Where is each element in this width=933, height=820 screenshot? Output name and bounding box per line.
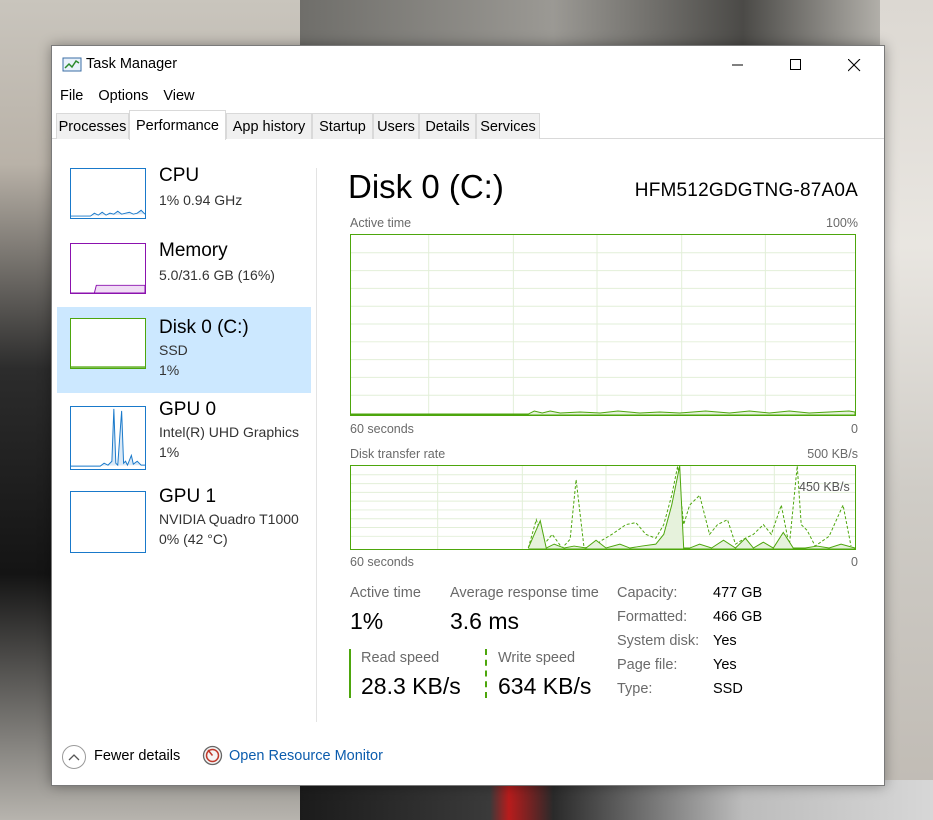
memory-thumbnail <box>70 243 146 294</box>
tab-processes[interactable]: Processes <box>56 113 129 139</box>
sidebar-item-detail: 1% 0.94 GHz <box>159 192 243 208</box>
sidebar-item-title: Memory <box>159 240 228 261</box>
sidebar-item-usage: 1% <box>159 444 180 460</box>
stat-write-speed-value: 634 KB/s <box>498 673 592 699</box>
sidebar-item-detail: SSD <box>159 342 188 358</box>
sidebar-item-disk-0[interactable]: Disk 0 (C:) SSD 1% <box>57 307 311 393</box>
stat-write-speed-label: Write speed <box>498 650 576 666</box>
disk-detail-panel: Disk 0 (C:) HFM512GDGTNG-87A0A Active ti… <box>348 140 858 740</box>
write-speed-indicator <box>485 649 487 698</box>
prop-formatted-value: 466 GB <box>713 609 763 625</box>
menu-bar: File Options View <box>52 84 884 108</box>
sidebar-divider[interactable] <box>316 168 317 722</box>
stat-active-time-value: 1% <box>350 608 384 634</box>
sidebar-item-usage: 1% <box>159 362 180 378</box>
active-time-graph <box>350 234 856 416</box>
transfer-rate-max: 500 KB/s <box>807 447 858 461</box>
transfer-rate-x-right: 0 <box>851 555 858 569</box>
prop-page-file-value: Yes <box>713 657 737 673</box>
prop-capacity-label: Capacity: <box>617 585 678 601</box>
menu-options[interactable]: Options <box>98 88 148 104</box>
sidebar-item-title: GPU 1 <box>159 486 217 507</box>
menu-file[interactable]: File <box>60 88 83 104</box>
prop-page-file-label: Page file: <box>617 657 678 673</box>
resource-monitor-icon <box>202 745 223 766</box>
chevron-up-icon <box>68 754 80 761</box>
active-time-x-left: 60 seconds <box>350 422 414 436</box>
footer: Fewer details Open Resource Monitor <box>52 740 884 786</box>
prop-formatted-label: Formatted: <box>617 609 688 625</box>
stat-avg-response-value: 3.6 ms <box>450 608 520 634</box>
gpu1-thumbnail <box>70 491 146 553</box>
tab-users[interactable]: Users <box>373 113 419 139</box>
sidebar-item-cpu[interactable]: CPU 1% 0.94 GHz <box>57 162 311 248</box>
tab-strip: Processes Performance App history Startu… <box>52 110 884 140</box>
maximize-button[interactable] <box>767 46 825 84</box>
prop-system-disk-value: Yes <box>713 633 737 649</box>
sidebar-item-detail: NVIDIA Quadro T1000 <box>159 511 299 527</box>
window-title: Task Manager <box>86 56 178 72</box>
transfer-rate-x-left: 60 seconds <box>350 555 414 569</box>
tab-details[interactable]: Details <box>419 113 476 139</box>
transfer-rate-label: Disk transfer rate <box>350 447 446 461</box>
disk-model: HFM512GDGTNG-87A0A <box>634 180 858 201</box>
sidebar-item-title: Disk 0 (C:) <box>159 317 249 338</box>
gpu0-thumbnail <box>70 406 146 470</box>
sidebar-item-gpu-1[interactable]: GPU 1 NVIDIA Quadro T1000 0% (42 °C) <box>57 486 311 572</box>
desktop-background <box>300 780 933 820</box>
sidebar-item-title: GPU 0 <box>159 399 217 420</box>
menu-view[interactable]: View <box>163 88 194 104</box>
desktop-background <box>880 0 933 820</box>
stat-active-time-label: Active time <box>350 585 421 601</box>
sidebar-item-detail: 5.0/31.6 GB (16%) <box>159 267 275 283</box>
sidebar-item-gpu-0[interactable]: GPU 0 Intel(R) UHD Graphics 1% <box>57 399 311 485</box>
active-time-label: Active time <box>350 216 412 230</box>
fewer-details-label[interactable]: Fewer details <box>94 748 180 764</box>
sidebar-item-usage: 0% (42 °C) <box>159 531 228 547</box>
read-speed-indicator <box>349 649 351 698</box>
tab-performance[interactable]: Performance <box>129 110 226 140</box>
stat-avg-response-label: Average response time <box>450 585 599 601</box>
sidebar-item-detail: Intel(R) UHD Graphics <box>159 424 300 440</box>
active-time-max: 100% <box>826 216 858 230</box>
resource-sidebar: CPU 1% 0.94 GHz Memory 5.0/31.6 GB (16%)… <box>52 140 317 720</box>
prop-capacity-value: 477 GB <box>713 585 763 601</box>
title-bar[interactable]: Task Manager <box>52 46 884 84</box>
tab-app-history[interactable]: App history <box>226 113 312 139</box>
page-title: Disk 0 (C:) <box>348 168 504 205</box>
tab-services[interactable]: Services <box>476 113 540 139</box>
task-manager-icon <box>62 57 82 72</box>
close-icon <box>847 58 860 71</box>
minimize-icon <box>732 64 743 66</box>
prop-type-label: Type: <box>617 681 653 697</box>
active-time-x-right: 0 <box>851 422 858 436</box>
sidebar-item-title: CPU <box>159 165 200 186</box>
transfer-rate-inner-label: 450 KB/s <box>799 480 850 494</box>
prop-type-value: SSD <box>713 681 743 697</box>
fewer-details-button[interactable] <box>62 745 86 769</box>
prop-system-disk-label: System disk: <box>617 633 700 649</box>
open-resource-monitor-link[interactable]: Open Resource Monitor <box>229 748 383 764</box>
cpu-thumbnail <box>70 168 146 219</box>
transfer-rate-graph: 450 KB/s <box>350 465 856 550</box>
minimize-button[interactable] <box>709 46 767 84</box>
stat-read-speed-value: 28.3 KB/s <box>361 673 461 699</box>
disk-thumbnail <box>70 318 146 369</box>
stat-read-speed-label: Read speed <box>361 650 440 666</box>
close-button[interactable] <box>825 46 883 84</box>
maximize-icon <box>790 59 801 70</box>
task-manager-window: Task Manager File Options View Processes… <box>51 45 885 786</box>
tab-startup[interactable]: Startup <box>312 113 373 139</box>
